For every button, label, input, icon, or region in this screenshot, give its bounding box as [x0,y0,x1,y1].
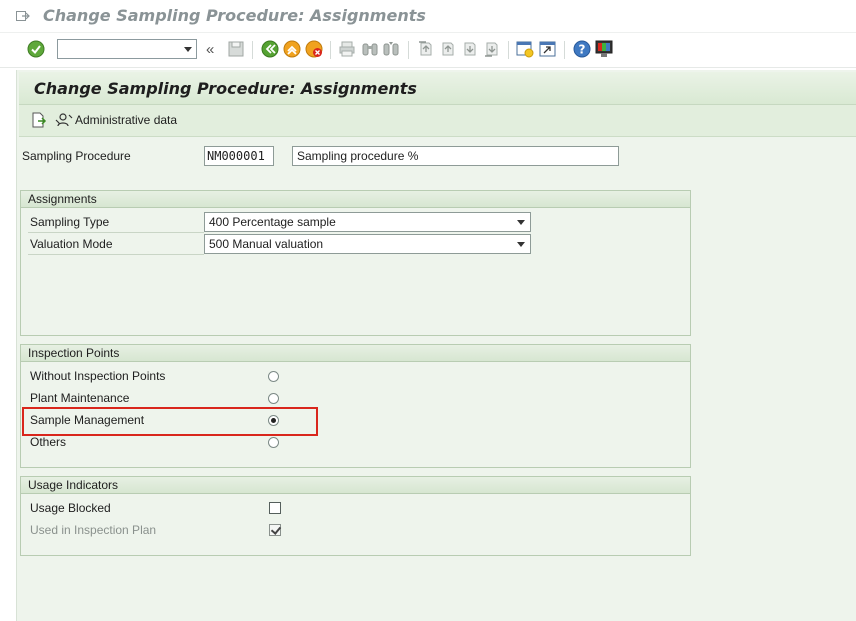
usage-indicators-group-header: Usage Indicators [21,477,690,494]
administrative-data-icon[interactable] [55,112,73,128]
valuation-mode-label: Valuation Mode [30,237,113,251]
sampling-procedure-description-field[interactable]: Sampling procedure % [292,146,619,166]
inspection-points-group-header: Inspection Points [21,345,690,362]
last-page-icon[interactable] [483,41,499,57]
back-icon[interactable] [261,40,279,58]
used-in-inspection-plan-checkbox [269,524,282,536]
sampling-type-dropdown[interactable]: 400 Percentage sample [204,212,531,232]
cancel-icon[interactable] [305,40,323,58]
sampling-procedure-field[interactable]: NM000001 [204,146,274,166]
radio-label-without-inspection-points: Without Inspection Points [30,369,166,383]
next-page-icon[interactable] [461,41,477,57]
radio-label-plant-maintenance: Plant Maintenance [30,391,130,405]
enter-icon[interactable] [27,40,45,58]
previous-page-icon[interactable] [439,41,455,57]
find-next-icon[interactable] [383,41,399,57]
assignments-group-header: Assignments [21,191,690,208]
valuation-mode-value: 500 Manual valuation [209,237,324,251]
valuation-mode-dropdown[interactable]: 500 Manual valuation [204,234,531,254]
screen-header: Change Sampling Procedure: Assignments [19,72,856,105]
application-toolbar: Administrative data [19,105,856,137]
usage-blocked-label: Usage Blocked [30,501,111,515]
title-bar: Change Sampling Procedure: Assignments [0,0,856,32]
page-title: Change Sampling Procedure: Assignments [34,79,417,98]
usage-indicators-group-title: Usage Indicators [28,478,119,492]
svg-text:?: ? [579,43,586,57]
assignments-group-title: Assignments [28,192,97,206]
radio-plant-maintenance[interactable] [268,393,279,404]
checkmark-icon [270,524,282,535]
print-icon[interactable] [339,41,355,57]
used-in-inspection-plan-label: Used in Inspection Plan [30,523,157,537]
sampling-type-label: Sampling Type [30,215,110,229]
chevron-down-icon[interactable] [517,220,525,225]
chevron-down-icon[interactable] [517,242,525,247]
menu-icon[interactable] [16,10,30,22]
first-page-icon[interactable] [417,41,433,57]
shortcut-icon[interactable] [539,40,557,58]
inspection-points-group-title: Inspection Points [28,346,120,360]
standard-toolbar: « ? [0,32,856,68]
inspection-points-group: Inspection Points [20,344,691,468]
help-icon[interactable]: ? [573,40,591,58]
radio-label-others: Others [30,435,67,449]
usage-indicators-group: Usage Indicators [20,476,691,556]
exit-icon[interactable] [283,40,301,58]
selection-highlight-box [22,407,318,436]
sampling-type-value: 400 Percentage sample [209,215,336,229]
customize-layout-icon[interactable] [595,40,613,58]
radio-others[interactable] [268,437,279,448]
collapse-icon[interactable]: « [206,41,214,58]
create-session-icon[interactable] [516,40,534,58]
administrative-data-button[interactable]: Administrative data [75,113,177,127]
command-input[interactable] [60,41,180,59]
other-object-icon[interactable] [31,112,47,128]
window-title: Change Sampling Procedure: Assignments [43,6,426,25]
usage-blocked-checkbox[interactable] [269,502,281,514]
command-field-dropdown-icon[interactable] [184,47,192,52]
save-icon[interactable] [228,41,244,57]
radio-without-inspection-points[interactable] [268,371,279,382]
sampling-procedure-label: Sampling Procedure [22,149,131,163]
command-field[interactable] [57,39,197,59]
find-icon[interactable] [362,41,378,57]
